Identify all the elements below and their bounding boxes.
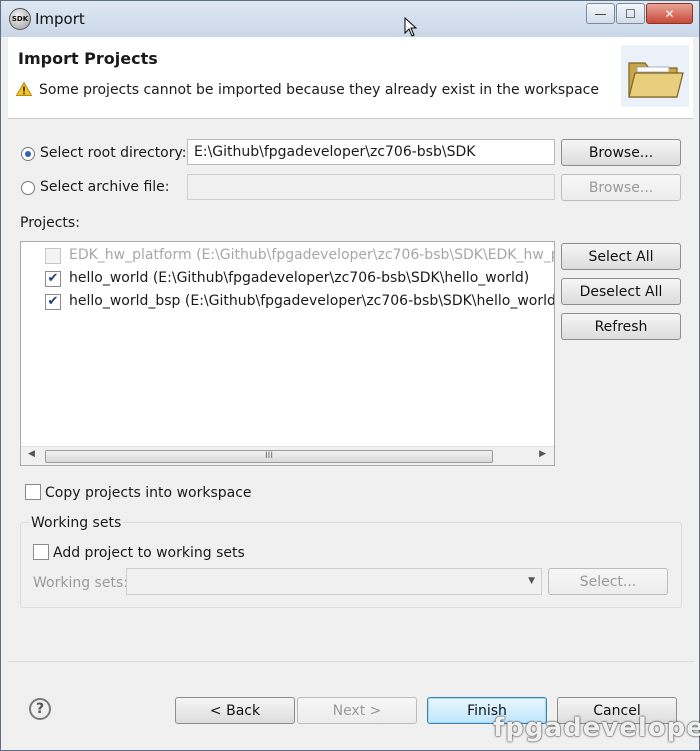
project-checkbox — [45, 248, 61, 264]
working-sets-group-label: Working sets — [29, 515, 124, 531]
page-title: Import Projects — [18, 49, 158, 68]
project-checkbox[interactable]: ✔ — [45, 294, 61, 310]
archive-file-radio[interactable] — [21, 181, 35, 195]
sdk-app-icon: SDK — [9, 8, 31, 30]
warning-message: Some projects cannot be imported because… — [39, 82, 599, 98]
scroll-right-icon[interactable]: ▶ — [539, 449, 546, 459]
working-sets-group — [20, 522, 682, 608]
warning-icon — [16, 82, 32, 96]
archive-file-label: Select archive file: — [40, 179, 170, 195]
deselect-all-button[interactable]: Deselect All — [561, 278, 681, 305]
projects-list[interactable]: EDK_hw_platform (E:\Github\fpgadeveloper… — [20, 241, 555, 466]
archive-file-input[interactable] — [187, 174, 555, 200]
add-to-working-sets-label: Add project to working sets — [53, 545, 245, 561]
horizontal-scrollbar[interactable]: ◀ III ▶ — [21, 446, 554, 465]
header-banner: Import Projects Some projects cannot be … — [8, 37, 693, 119]
title-bar: SDK Import — ☐ ✕ — [1, 1, 699, 37]
root-directory-radio[interactable] — [21, 147, 35, 161]
scroll-left-icon[interactable]: ◀ — [28, 449, 35, 459]
maximize-button[interactable]: ☐ — [616, 3, 645, 24]
next-button[interactable]: Next > — [297, 697, 417, 724]
import-dialog: SDK Import — ☐ ✕ Import Projects Some pr… — [0, 0, 700, 751]
watermark-text: fpgadeveloper — [493, 713, 700, 743]
chevron-down-icon[interactable]: ▼ — [528, 576, 535, 586]
footer-divider — [8, 661, 694, 662]
working-sets-label: Working sets: — [33, 575, 128, 591]
open-folder-icon — [621, 45, 689, 107]
project-label: EDK_hw_platform (E:\Github\fpgadeveloper… — [69, 247, 554, 263]
root-directory-label: Select root directory: — [40, 145, 187, 161]
project-checkbox[interactable]: ✔ — [45, 271, 61, 287]
back-button[interactable]: < Back — [175, 697, 295, 724]
project-label: hello_world (E:\Github\fpgadeveloper\zc7… — [69, 270, 530, 286]
select-working-sets-button[interactable]: Select... — [548, 568, 668, 595]
window-controls: — ☐ ✕ — [585, 3, 693, 24]
add-to-working-sets-checkbox[interactable] — [33, 544, 49, 560]
help-icon[interactable]: ? — [29, 698, 51, 720]
projects-label: Projects: — [20, 215, 80, 231]
minimize-button[interactable]: — — [586, 3, 615, 24]
window-title: Import — [35, 10, 85, 28]
copy-projects-label: Copy projects into workspace — [45, 485, 252, 501]
browse-archive-button[interactable]: Browse... — [561, 174, 681, 201]
copy-projects-checkbox[interactable] — [25, 484, 41, 500]
browse-root-button[interactable]: Browse... — [561, 139, 681, 166]
working-sets-combo[interactable]: ▼ — [126, 568, 542, 595]
scrollbar-thumb[interactable]: III — [45, 450, 493, 463]
select-all-button[interactable]: Select All — [561, 243, 681, 270]
refresh-button[interactable]: Refresh — [561, 313, 681, 340]
project-label: hello_world_bsp (E:\Github\fpgadeveloper… — [69, 293, 555, 309]
close-button[interactable]: ✕ — [646, 3, 693, 24]
root-directory-input[interactable]: E:\Github\fpgadeveloper\zc706-bsb\SDK — [187, 139, 555, 165]
